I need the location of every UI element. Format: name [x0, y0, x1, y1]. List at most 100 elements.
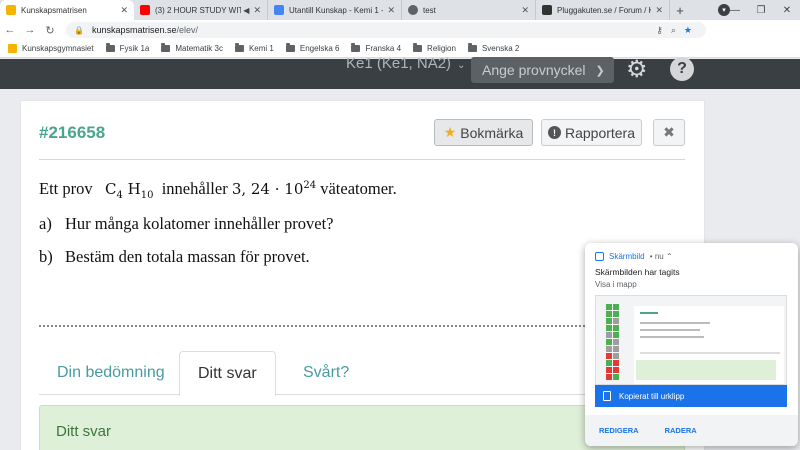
- bookmark-folder-svenska[interactable]: Svenska 2: [467, 43, 520, 53]
- formula-element: C: [105, 180, 117, 198]
- browser-tab-youtube[interactable]: (3) 2 HOUR STUDY WITH M ◀ ✕: [134, 0, 268, 20]
- folder-icon: [234, 43, 244, 52]
- folder-icon: [467, 43, 477, 52]
- close-tab-icon[interactable]: ✕: [253, 5, 261, 16]
- screenshot-app-icon: [595, 252, 604, 261]
- report-button[interactable]: ! Rapportera: [541, 119, 642, 146]
- tab-ditt-svar[interactable]: Ditt svar: [179, 351, 276, 396]
- audio-playing-icon[interactable]: ◀: [243, 6, 249, 15]
- forward-button[interactable]: →: [20, 24, 40, 36]
- close-button[interactable]: ✖: [653, 119, 685, 146]
- bookmark-label: Religion: [427, 44, 456, 53]
- tab-svart[interactable]: Svårt?: [285, 351, 367, 395]
- close-tab-icon[interactable]: ✕: [521, 5, 529, 16]
- zoom-icon[interactable]: ⌕: [671, 25, 676, 36]
- url-host: kunskapsmatrisen.se: [91, 25, 177, 35]
- intro-text: innehåller: [161, 179, 228, 198]
- youtube-favicon-icon: [140, 5, 150, 15]
- exclamation-icon: !: [547, 126, 561, 139]
- course-label: Ke1 (Ke1, NA2): [346, 55, 452, 72]
- part-label: b): [39, 247, 53, 266]
- google-docs-favicon-icon: [274, 5, 284, 15]
- bookmark-label: Kunskapsgymnasiet: [22, 44, 94, 53]
- formula-element: H: [127, 180, 141, 198]
- close-icon: ✖: [663, 124, 675, 140]
- show-in-folder-link[interactable]: Visa i mapp: [595, 280, 637, 289]
- notification-title: Skärmbilden har tagits: [595, 267, 680, 277]
- close-tab-icon[interactable]: ✕: [120, 5, 128, 16]
- new-tab-button[interactable]: +: [670, 0, 690, 20]
- bookmark-label: Svenska 2: [481, 44, 520, 53]
- tab-title: test: [423, 5, 436, 15]
- browser-tab-test[interactable]: test ✕: [402, 0, 536, 20]
- site-favicon-icon: [8, 44, 17, 53]
- address-bar[interactable]: 🔒 kunskapsmatrisen.se/elev/ ⚷ ⌕ ★: [66, 22, 706, 38]
- prov-key-button[interactable]: Ange provnyckel ❯: [471, 57, 614, 83]
- bookmark-folder-religion[interactable]: Religion: [413, 43, 456, 53]
- screenshot-notification[interactable]: Skärmbild • nu ⌃ Skärmbilden har tagits …: [585, 243, 798, 446]
- browser-tab-pluggakuten[interactable]: Pluggakuten.se / Forum / Kem ✕: [536, 0, 670, 20]
- thumbnail-answer: [636, 360, 776, 380]
- kunskapsmatrisen-favicon-icon: [6, 5, 16, 15]
- course-selector[interactable]: Ke1 (Ke1, NA2) ⌄: [346, 55, 465, 72]
- lock-icon[interactable]: 🔒: [74, 26, 84, 35]
- bookmark-kunskapsgymnasiet[interactable]: Kunskapsgymnasiet: [8, 44, 94, 53]
- bookmark-star-icon[interactable]: ★: [684, 25, 692, 36]
- notification-time: • nu ⌃: [647, 252, 673, 261]
- copied-text: Kopierat till urklipp: [619, 391, 685, 401]
- bookmark-folder-kemi[interactable]: Kemi 1: [234, 43, 274, 53]
- window-controls: — ❐ ✕: [722, 0, 800, 20]
- question-part-a: a) Hur många kolatomer innehåller provet?: [39, 214, 333, 234]
- folder-icon: [285, 43, 295, 52]
- clipboard-icon: [603, 391, 611, 401]
- notification-actions: REDIGERA RADERA: [585, 415, 798, 446]
- tab-strip: Kunskapsmatrisen ✕ (3) 2 HOUR STUDY WITH…: [0, 0, 800, 20]
- bookmark-folder-fysik[interactable]: Fysik 1a: [105, 43, 150, 53]
- tab-din-bedomning[interactable]: Din bedömning: [39, 351, 183, 395]
- atom-count: 3, 24 · 1024: [232, 180, 316, 198]
- restore-button[interactable]: ❐: [748, 5, 774, 16]
- part-text: Hur många kolatomer innehåller provet?: [65, 214, 334, 233]
- browser-toolbar: ← → ↻ 🔒 kunskapsmatrisen.se/elev/ ⚷ ⌕ ★ …: [0, 20, 800, 56]
- reload-button[interactable]: ↻: [40, 24, 60, 37]
- bookmark-label: Engelska 6: [299, 44, 340, 53]
- folder-icon: [413, 43, 423, 52]
- formula-subscript: 10: [140, 190, 154, 201]
- close-window-button[interactable]: ✕: [774, 5, 800, 16]
- bookmark-folder-matematik[interactable]: Matematik 3c: [161, 43, 223, 53]
- pluggakuten-favicon-icon: [542, 5, 552, 15]
- molecular-formula: C4 H10: [105, 180, 154, 201]
- site-header: Ke1 (Ke1, NA2) ⌄ Ange provnyckel ❯ ⚙ ?: [0, 55, 800, 89]
- star-icon: ★: [443, 124, 457, 140]
- question-id: #216658: [39, 123, 106, 142]
- help-icon[interactable]: ?: [670, 57, 694, 81]
- intro-text: väteatomer.: [320, 179, 397, 198]
- browser-tab-utantill[interactable]: Utantill Kunskap - Kemi 1 - Go ✕: [268, 0, 402, 20]
- browser-tab-kunskapsmatrisen[interactable]: Kunskapsmatrisen ✕: [0, 0, 134, 20]
- number-exponent: 24: [303, 180, 317, 191]
- key-icon[interactable]: ⚷: [656, 25, 663, 36]
- formula-subscript: 4: [116, 190, 123, 201]
- gear-icon[interactable]: ⚙: [626, 55, 648, 84]
- bookmark-label: Fysik 1a: [119, 44, 150, 53]
- globe-favicon-icon: [408, 5, 418, 15]
- screenshot-thumbnail[interactable]: [595, 295, 787, 385]
- back-button[interactable]: ←: [0, 24, 20, 36]
- minimize-button[interactable]: —: [722, 5, 748, 16]
- notification-header: Skärmbild • nu ⌃: [595, 252, 673, 261]
- answer-title: Ditt svar: [56, 423, 112, 440]
- bookmark-folder-engelska[interactable]: Engelska 6: [285, 43, 340, 53]
- url-path: /elev/: [176, 25, 199, 35]
- delete-button[interactable]: RADERA: [665, 426, 697, 435]
- bookmark-folder-franska[interactable]: Franska 4: [351, 43, 401, 53]
- close-tab-icon[interactable]: ✕: [387, 5, 395, 16]
- bookmark-button[interactable]: ★ Bokmärka: [434, 119, 533, 146]
- divider: [39, 159, 685, 160]
- close-tab-icon[interactable]: ✕: [655, 5, 663, 16]
- problem-statement: Ett prov C4 H10 innehåller 3, 24 · 1024 …: [39, 179, 397, 201]
- tab-title: Utantill Kunskap - Kemi 1 - Go: [289, 5, 384, 15]
- tab-title: Kunskapsmatrisen: [21, 5, 87, 15]
- tab-title: (3) 2 HOUR STUDY WITH M: [155, 5, 242, 15]
- bookmark-label: Kemi 1: [248, 44, 274, 53]
- edit-button[interactable]: REDIGERA: [599, 426, 639, 435]
